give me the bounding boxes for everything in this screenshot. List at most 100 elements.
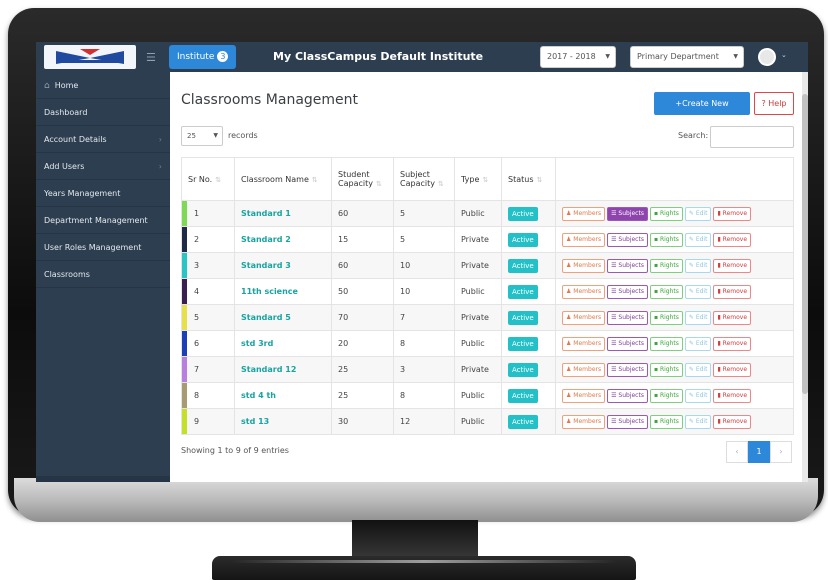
remove-button[interactable]: ▮ Remove — [713, 206, 752, 221]
status-badge[interactable]: Active — [508, 284, 538, 299]
column-header-student-capacity[interactable]: Student Capacity ⇅ — [331, 157, 394, 201]
status-badge[interactable]: Active — [508, 206, 538, 221]
edit-button[interactable]: ✎ Edit — [684, 362, 712, 377]
edit-button[interactable]: ✎ Edit — [684, 206, 712, 221]
subjects-button[interactable]: ☰ Subjects — [607, 362, 648, 377]
classroom-name-link[interactable]: 11th science — [234, 278, 332, 305]
remove-button[interactable]: ▮ Remove — [713, 284, 752, 299]
members-button[interactable]: ♟ Members — [562, 310, 606, 325]
year-select[interactable]: 2017 - 2018 ▼ — [540, 46, 616, 68]
rights-button[interactable]: ▪ Rights — [649, 310, 683, 325]
edit-button[interactable]: ✎ Edit — [684, 414, 712, 429]
subjects-button[interactable]: ☰ Subjects — [607, 284, 648, 299]
pagination-prev-button[interactable]: ‹ — [726, 441, 748, 463]
status-badge[interactable]: Active — [508, 258, 538, 273]
create-classroom-button[interactable]: +Create New Classroom — [654, 92, 750, 131]
sidebar-item-home[interactable]: ⌂ Home — [36, 72, 170, 99]
pagination-page-button[interactable]: 1 — [748, 441, 770, 463]
members-button[interactable]: ♟ Members — [562, 336, 606, 351]
rights-button[interactable]: ▪ Rights — [649, 388, 683, 403]
department-select-value: Primary Department — [637, 52, 719, 61]
remove-button[interactable]: ▮ Remove — [713, 388, 752, 403]
remove-button[interactable]: ▮ Remove — [713, 258, 752, 273]
status-badge[interactable]: Active — [508, 310, 538, 325]
column-header-sr-no[interactable]: Sr No. ⇅ — [181, 157, 235, 201]
subjects-button[interactable]: ☰ Subjects — [607, 258, 648, 273]
column-header-subject-capacity[interactable]: Subject Capacity ⇅ — [393, 157, 455, 201]
classroom-name-link[interactable]: std 3rd — [234, 330, 332, 357]
subject-capacity-cell: 8 — [393, 382, 455, 409]
subjects-button[interactable]: ☰ Subjects — [607, 232, 648, 247]
status-badge[interactable]: Active — [508, 388, 538, 403]
subjects-button[interactable]: ☰ Subjects — [607, 414, 648, 429]
classroom-name-link[interactable]: std 13 — [234, 408, 332, 435]
members-button[interactable]: ♟ Members — [562, 232, 606, 247]
chevron-right-icon: › — [158, 162, 162, 171]
classroom-name-link[interactable]: Standard 1 — [234, 200, 332, 227]
status-badge[interactable]: Active — [508, 336, 538, 351]
members-button[interactable]: ♟ Members — [562, 206, 606, 221]
edit-button[interactable]: ✎ Edit — [684, 232, 712, 247]
sidebar-item-add-users[interactable]: Add Users › — [36, 153, 170, 180]
edit-button[interactable]: ✎ Edit — [684, 284, 712, 299]
sidebar-item-user-roles-management[interactable]: User Roles Management — [36, 234, 170, 261]
user-avatar[interactable] — [758, 48, 776, 66]
search-input[interactable] — [710, 126, 794, 148]
classroom-name-link[interactable]: Standard 5 — [234, 304, 332, 331]
column-header-label: Student Capacity — [338, 170, 373, 188]
rights-button[interactable]: ▪ Rights — [649, 414, 683, 429]
pagination-next-button[interactable]: › — [770, 441, 792, 463]
classroom-name-link[interactable]: std 4 th — [234, 382, 332, 409]
table-row: 5 Standard 5 70 7 Private Active ♟ Members ☰ Su… — [181, 304, 794, 331]
department-select[interactable]: Primary Department ▼ — [630, 46, 744, 68]
column-header-status[interactable]: Status ⇅ — [501, 157, 556, 201]
subjects-button[interactable]: ☰ Subjects — [607, 388, 648, 403]
subjects-button[interactable]: ☰ Subjects — [607, 206, 648, 221]
classroom-name-link[interactable]: Standard 2 — [234, 226, 332, 253]
rights-button[interactable]: ▪ Rights — [649, 232, 683, 247]
chevron-down-icon[interactable]: ⌄ — [781, 51, 787, 59]
sidebar-item-dashboard[interactable]: Dashboard — [36, 99, 170, 126]
records-per-page-select[interactable]: 25 ▼ — [181, 126, 223, 146]
student-capacity-cell: 15 — [331, 226, 394, 253]
column-header-type[interactable]: Type ⇅ — [454, 157, 502, 201]
members-button[interactable]: ♟ Members — [562, 388, 606, 403]
subjects-button[interactable]: ☰ Subjects — [607, 336, 648, 351]
subjects-button[interactable]: ☰ Subjects — [607, 310, 648, 325]
help-button[interactable]: ? Help — [754, 92, 794, 115]
members-button[interactable]: ♟ Members — [562, 284, 606, 299]
remove-button[interactable]: ▮ Remove — [713, 336, 752, 351]
scrollbar-thumb[interactable] — [802, 94, 808, 394]
subjects-button-label: Subjects — [618, 365, 644, 373]
remove-button[interactable]: ▮ Remove — [713, 414, 752, 429]
status-badge[interactable]: Active — [508, 362, 538, 377]
subject-capacity-cell: 3 — [393, 356, 455, 383]
edit-button[interactable]: ✎ Edit — [684, 336, 712, 351]
status-badge[interactable]: Active — [508, 414, 538, 429]
classroom-name-link[interactable]: Standard 3 — [234, 252, 332, 279]
remove-button[interactable]: ▮ Remove — [713, 310, 752, 325]
members-button[interactable]: ♟ Members — [562, 414, 606, 429]
sidebar-item-account-details[interactable]: Account Details › — [36, 126, 170, 153]
sidebar-item-years-management[interactable]: Years Management — [36, 180, 170, 207]
sidebar-item-department-management[interactable]: Department Management — [36, 207, 170, 234]
rights-button[interactable]: ▪ Rights — [649, 206, 683, 221]
column-header-classroom-name[interactable]: Classroom Name ⇅ — [234, 157, 332, 201]
remove-button[interactable]: ▮ Remove — [713, 232, 752, 247]
rights-button[interactable]: ▪ Rights — [649, 362, 683, 377]
rights-button[interactable]: ▪ Rights — [649, 258, 683, 273]
members-button[interactable]: ♟ Members — [562, 258, 606, 273]
institute-button[interactable]: Institute 3 — [169, 45, 237, 69]
brand-logo[interactable] — [44, 45, 136, 69]
status-badge[interactable]: Active — [508, 232, 538, 247]
edit-button[interactable]: ✎ Edit — [684, 258, 712, 273]
rights-button[interactable]: ▪ Rights — [649, 336, 683, 351]
menu-icon[interactable]: ☰ — [146, 51, 156, 64]
members-button[interactable]: ♟ Members — [562, 362, 606, 377]
classroom-name-link[interactable]: Standard 12 — [234, 356, 332, 383]
edit-button[interactable]: ✎ Edit — [684, 388, 712, 403]
edit-button[interactable]: ✎ Edit — [684, 310, 712, 325]
sidebar-item-classrooms[interactable]: Classrooms — [36, 261, 170, 288]
remove-button[interactable]: ▮ Remove — [713, 362, 752, 377]
rights-button[interactable]: ▪ Rights — [649, 284, 683, 299]
